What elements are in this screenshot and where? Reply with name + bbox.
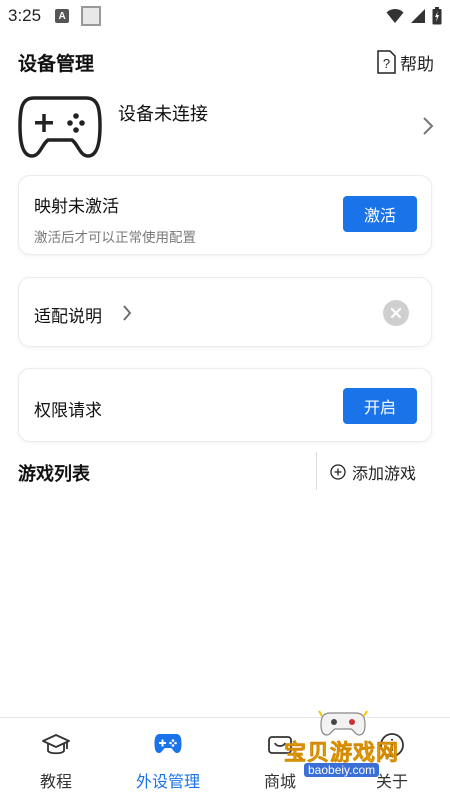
permission-title: 权限请求	[34, 401, 102, 421]
header: 设备管理 ? 帮助	[0, 44, 450, 80]
nav-about[interactable]: 关于	[336, 718, 448, 800]
add-game-label: 添加游戏	[352, 464, 417, 483]
device-connection-row[interactable]: 设备未连接	[18, 90, 438, 162]
help-icon: ?	[377, 50, 396, 74]
status-icons	[386, 7, 442, 25]
status-bar: 3:25 A	[0, 0, 450, 32]
adapt-title: 适配说明	[34, 307, 102, 327]
svg-text:?: ?	[383, 56, 390, 71]
status-time: 3:25	[8, 6, 42, 25]
nav-device-management[interactable]: 外设管理	[112, 718, 224, 800]
adapt-card[interactable]: 适配说明	[18, 277, 432, 347]
bottom-nav: 教程 外设管理 商城 关于	[0, 717, 450, 800]
enable-permission-button[interactable]: 开启	[343, 388, 417, 424]
nav-shop-label: 商城	[263, 772, 296, 791]
nav-shop[interactable]: 商城	[224, 718, 336, 800]
nav-device-management-label: 外设管理	[135, 772, 200, 791]
gamepad-icon	[154, 734, 182, 753]
nav-tutorial[interactable]: 教程	[0, 718, 112, 800]
info-icon	[380, 733, 404, 757]
notification-image-icon	[81, 6, 102, 26]
close-icon[interactable]	[383, 300, 409, 326]
chevron-right-icon	[423, 117, 434, 135]
wifi-icon	[386, 8, 404, 23]
permission-card: 权限请求 开启	[18, 368, 432, 442]
help-label: 帮助	[400, 54, 434, 75]
divider	[316, 452, 317, 490]
help-button[interactable]: ? 帮助	[376, 50, 434, 75]
plus-circle-icon	[330, 464, 346, 480]
activate-button[interactable]: 激活	[343, 196, 417, 232]
shop-icon	[268, 736, 292, 754]
nav-about-label: 关于	[375, 772, 408, 791]
signal-icon	[411, 9, 425, 23]
device-status-text: 设备未连接	[118, 104, 208, 125]
graduation-cap-icon	[42, 734, 70, 755]
page-title: 设备管理	[18, 52, 95, 75]
nav-tutorial-label: 教程	[39, 772, 72, 791]
gamepad-icon	[18, 96, 102, 158]
chevron-right-icon	[123, 305, 132, 321]
mapping-title: 映射未激活	[34, 197, 119, 217]
add-game-button[interactable]: 添加游戏	[330, 460, 416, 484]
notification-a-icon: A	[55, 9, 70, 23]
games-list-title: 游戏列表	[18, 464, 90, 485]
battery-icon	[432, 7, 442, 25]
mapping-card: 映射未激活 激活后才可以正常使用配置 激活	[18, 175, 432, 255]
mapping-subtitle: 激活后才可以正常使用配置	[34, 230, 196, 246]
games-list-header: 游戏列表 添加游戏	[18, 452, 438, 490]
